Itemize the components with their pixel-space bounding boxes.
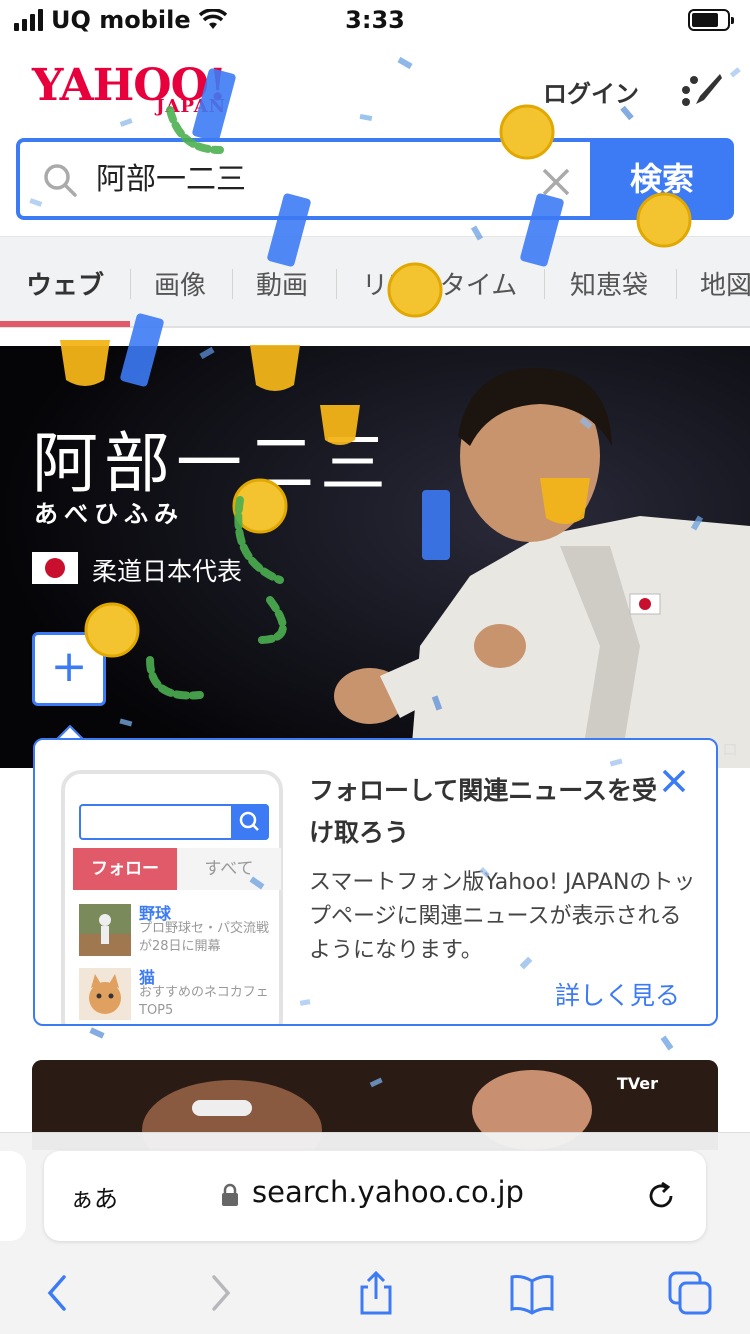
search-tabs: ウェブ 画像 動画 リアルタイム 知恵袋 地図 <box>0 236 750 328</box>
baseball-thumbnail <box>79 904 131 956</box>
clear-icon[interactable] <box>540 166 572 198</box>
active-tab-indicator <box>0 321 130 327</box>
mock-tab-follow: フォロー <box>73 848 177 890</box>
popup-title: フォローして関連ニュースを受け取ろう <box>309 776 658 847</box>
status-bar: UQ mobile 3:33 <box>0 0 750 40</box>
address-url: search.yahoo.co.jp <box>252 1175 524 1209</box>
mock-list-item: 野球 プロ野球セ・パ交流戦が28日に開幕 <box>79 900 279 960</box>
tab-web[interactable]: ウェブ <box>26 265 104 302</box>
search-icon <box>44 164 77 197</box>
popup-body: スマートフォン版Yahoo! JAPANのトップページに関連ニュースが表示される… <box>309 870 696 963</box>
share-icon[interactable] <box>352 1269 400 1317</box>
status-time: 3:33 <box>345 6 405 34</box>
battery-icon <box>688 9 734 31</box>
mock-item-desc: プロ野球セ・パ交流戦が28日に開幕 <box>139 921 270 954</box>
athlete-name: 阿部一二三 <box>32 425 392 502</box>
bookmarks-icon[interactable] <box>508 1269 556 1317</box>
mock-item-desc: おすすめのネコカフェTOP5 <box>139 985 269 1018</box>
search-icon <box>239 811 259 831</box>
athlete-team: 柔道日本代表 <box>92 557 243 586</box>
tab-chiebukuro[interactable]: 知恵袋 <box>570 265 648 302</box>
address-bar[interactable]: ぁあ search.yahoo.co.jp <box>44 1151 706 1241</box>
forward-icon[interactable] <box>196 1269 244 1317</box>
close-icon[interactable] <box>659 766 689 796</box>
learn-more-link[interactable]: 詳しく見る <box>555 976 680 1012</box>
reload-icon[interactable] <box>644 1179 678 1213</box>
search-value: 阿部一二三 <box>96 162 246 197</box>
tab-realtime[interactable]: リアルタイム <box>362 265 517 302</box>
knowledge-panel-hero: 阿部一二三 あべひふみ 柔道日本代表 + ロ <box>0 346 750 768</box>
tver-logo: TVer <box>616 1074 658 1093</box>
tab-images[interactable]: 画像 <box>154 265 206 302</box>
search-input[interactable]: 阿部一二三 <box>16 138 592 220</box>
mock-search-button <box>231 804 269 840</box>
lock-icon <box>222 1183 238 1206</box>
japan-flag-icon <box>32 552 78 584</box>
previous-tab-peek[interactable] <box>0 1151 26 1241</box>
header: YAHOO! JAPAN ログイン <box>0 40 750 135</box>
yahoo-logo-sub: JAPAN <box>156 96 227 117</box>
athlete-reading: あべひふみ <box>34 500 184 528</box>
tab-map[interactable]: 地図 <box>700 265 750 302</box>
cat-thumbnail <box>79 968 131 1020</box>
phone-illustration: フォロー すべて 野球 プロ野球セ・パ交流戦が28日に開幕 猫 おすすめのネコカ… <box>61 770 283 1024</box>
theme-brush-icon[interactable] <box>676 70 724 110</box>
follow-button[interactable]: + <box>32 632 106 706</box>
tab-videos[interactable]: 動画 <box>256 265 308 302</box>
photo-credit: ロ <box>721 740 738 759</box>
browser-toolbar: ぁあ search.yahoo.co.jp <box>0 1132 750 1334</box>
login-link[interactable]: ログイン <box>543 74 639 109</box>
reader-settings-button[interactable]: ぁあ <box>70 1179 118 1214</box>
tabs-icon[interactable] <box>666 1269 714 1317</box>
back-icon[interactable] <box>34 1269 82 1317</box>
search-button[interactable]: 検索 <box>590 138 734 220</box>
follow-tooltip: フォロー すべて 野球 プロ野球セ・パ交流戦が28日に開幕 猫 おすすめのネコカ… <box>33 738 718 1026</box>
mock-tab-all: すべて <box>177 848 281 890</box>
mock-list-item: 猫 おすすめのネコカフェTOP5 <box>79 964 279 1024</box>
